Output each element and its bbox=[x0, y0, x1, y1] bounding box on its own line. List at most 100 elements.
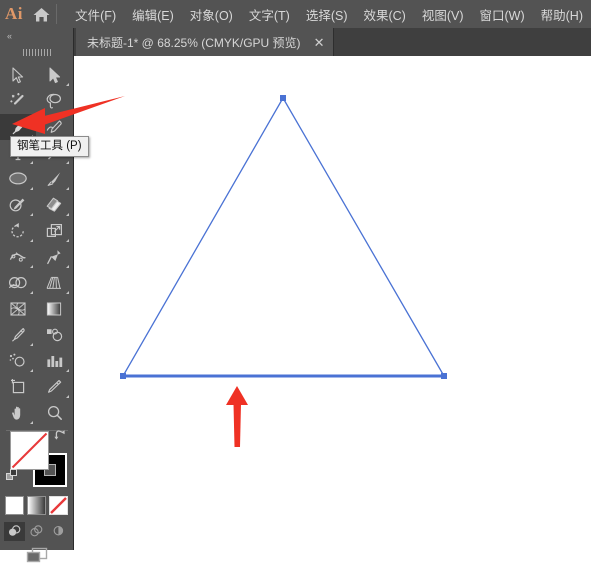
rotate-tool[interactable] bbox=[0, 218, 36, 244]
hand-icon bbox=[11, 406, 20, 420]
rotate-icon bbox=[10, 223, 24, 238]
tool-row bbox=[0, 192, 73, 218]
flyout-indicator-icon bbox=[30, 369, 33, 372]
ellipse-tool[interactable] bbox=[0, 166, 36, 192]
illustrator-window: Ai 文件(F) 编辑(E) 对象(O) 文字(T) 选择(S) 效果(C) 视… bbox=[0, 0, 591, 562]
gradient-button[interactable] bbox=[27, 495, 46, 515]
slice-tool[interactable] bbox=[36, 374, 72, 400]
triangle-path-group bbox=[122, 97, 445, 378]
perspective-grid-icon bbox=[46, 276, 61, 289]
draw-normal-button[interactable] bbox=[4, 521, 25, 541]
selection-tool[interactable] bbox=[0, 62, 36, 88]
tool-grid bbox=[0, 62, 73, 435]
menu-item-effect[interactable]: 效果(C) bbox=[355, 1, 413, 28]
menu-item-window[interactable]: 窗口(W) bbox=[472, 1, 533, 28]
app-logo: Ai bbox=[4, 4, 23, 23]
artboard-tool[interactable] bbox=[0, 374, 36, 400]
width-warp-icon bbox=[9, 252, 26, 262]
menu-item-object[interactable]: 对象(O) bbox=[182, 1, 241, 28]
shaper-tool[interactable] bbox=[0, 192, 36, 218]
mesh-icon bbox=[10, 302, 26, 316]
document-tab-bar: 未标题-1* @ 68.25% (CMYK/GPU 预览) ✕ bbox=[0, 28, 591, 56]
tool-row bbox=[0, 400, 73, 426]
blend-tool[interactable] bbox=[36, 322, 72, 348]
symbol-sprayer-tool[interactable] bbox=[0, 348, 36, 374]
magic-wand-tool[interactable] bbox=[0, 88, 36, 114]
screen-mode-section bbox=[0, 542, 73, 572]
flyout-indicator-icon bbox=[30, 421, 33, 424]
column-graph-icon bbox=[47, 356, 63, 367]
menu-item-select[interactable]: 选择(S) bbox=[298, 1, 356, 28]
menu-item-list: 文件(F) 编辑(E) 对象(O) 文字(T) 选择(S) 效果(C) 视图(V… bbox=[67, 1, 591, 28]
none-slash-icon bbox=[11, 432, 48, 469]
width-tool[interactable] bbox=[0, 244, 36, 270]
flyout-indicator-icon bbox=[66, 187, 69, 190]
tool-row bbox=[0, 218, 73, 244]
draw-behind-icon bbox=[30, 525, 43, 537]
draw-mode-buttons bbox=[0, 520, 73, 542]
menu-item-file[interactable]: 文件(F) bbox=[67, 1, 124, 28]
paintbrush-icon bbox=[47, 172, 61, 186]
mesh-tool[interactable] bbox=[0, 296, 36, 322]
panel-drag-handle[interactable] bbox=[0, 44, 73, 61]
change-screen-mode-button[interactable] bbox=[23, 545, 51, 570]
tool-row bbox=[0, 374, 73, 400]
shaper-pencil-icon bbox=[9, 198, 25, 212]
flyout-indicator-icon bbox=[30, 265, 33, 268]
flyout-indicator-icon bbox=[30, 187, 33, 190]
ellipse-icon bbox=[9, 172, 27, 185]
lasso-tool[interactable] bbox=[36, 88, 72, 114]
perspective-grid-tool[interactable] bbox=[36, 270, 72, 296]
flyout-indicator-icon bbox=[66, 213, 69, 216]
tool-row bbox=[0, 296, 73, 322]
direct-selection-tool[interactable] bbox=[36, 62, 72, 88]
artboard-canvas[interactable] bbox=[74, 56, 591, 550]
gradient-tool[interactable] bbox=[36, 296, 72, 322]
flyout-indicator-icon bbox=[66, 395, 69, 398]
flyout-indicator-icon bbox=[66, 291, 69, 294]
color-button[interactable] bbox=[5, 495, 24, 515]
eraser-tool[interactable] bbox=[36, 192, 72, 218]
zoom-tool[interactable] bbox=[36, 400, 72, 426]
artboard-icon bbox=[11, 379, 25, 394]
gradient-icon bbox=[46, 302, 62, 316]
magic-wand-icon bbox=[10, 93, 24, 105]
home-icon[interactable] bbox=[28, 0, 54, 28]
swap-fill-stroke-icon[interactable] bbox=[53, 428, 67, 442]
none-slash-icon bbox=[50, 496, 67, 514]
color-mode-buttons bbox=[0, 494, 73, 516]
slice-knife-icon bbox=[48, 380, 62, 393]
document-tab[interactable]: 未标题-1* @ 68.25% (CMYK/GPU 预览) ✕ bbox=[76, 28, 335, 56]
flyout-indicator-icon bbox=[66, 83, 69, 86]
grip-dots-icon bbox=[22, 49, 51, 56]
flyout-indicator-icon bbox=[66, 161, 69, 164]
shape-builder-tool[interactable] bbox=[0, 270, 36, 296]
menu-item-type[interactable]: 文字(T) bbox=[241, 1, 298, 28]
free-transform-pin-icon bbox=[46, 250, 61, 265]
collapse-panel-button[interactable]: « bbox=[0, 28, 73, 44]
menu-item-edit[interactable]: 编辑(E) bbox=[124, 1, 182, 28]
paintbrush-tool[interactable] bbox=[36, 166, 72, 192]
draw-behind-button[interactable] bbox=[26, 522, 47, 541]
free-transform-tool[interactable] bbox=[36, 244, 72, 270]
hand-tool[interactable] bbox=[0, 400, 36, 426]
anchor-apex bbox=[280, 95, 286, 101]
tooltip: 钢笔工具 (P) bbox=[10, 136, 89, 158]
fill-swatch[interactable] bbox=[10, 431, 49, 470]
menu-item-view[interactable]: 视图(V) bbox=[414, 1, 472, 28]
screen-mode-icon bbox=[26, 547, 47, 562]
draw-inside-icon bbox=[53, 525, 64, 536]
close-icon[interactable]: ✕ bbox=[314, 36, 325, 49]
document-tab-title: 未标题-1* @ 68.25% (CMYK/GPU 预览) bbox=[87, 35, 301, 50]
column-graph-tool[interactable] bbox=[36, 348, 72, 374]
shape-builder-icon bbox=[8, 277, 27, 289]
scale-tool[interactable] bbox=[36, 218, 72, 244]
anchor-bottom-left bbox=[120, 373, 126, 379]
direct-selection-arrow-icon bbox=[49, 67, 61, 83]
none-button[interactable] bbox=[49, 495, 68, 515]
scale-icon bbox=[46, 223, 62, 238]
eyedropper-tool[interactable] bbox=[0, 322, 36, 348]
draw-inside-button[interactable] bbox=[48, 522, 69, 541]
default-fill-stroke-icon[interactable] bbox=[6, 469, 20, 483]
menu-item-help[interactable]: 帮助(H) bbox=[533, 1, 591, 28]
